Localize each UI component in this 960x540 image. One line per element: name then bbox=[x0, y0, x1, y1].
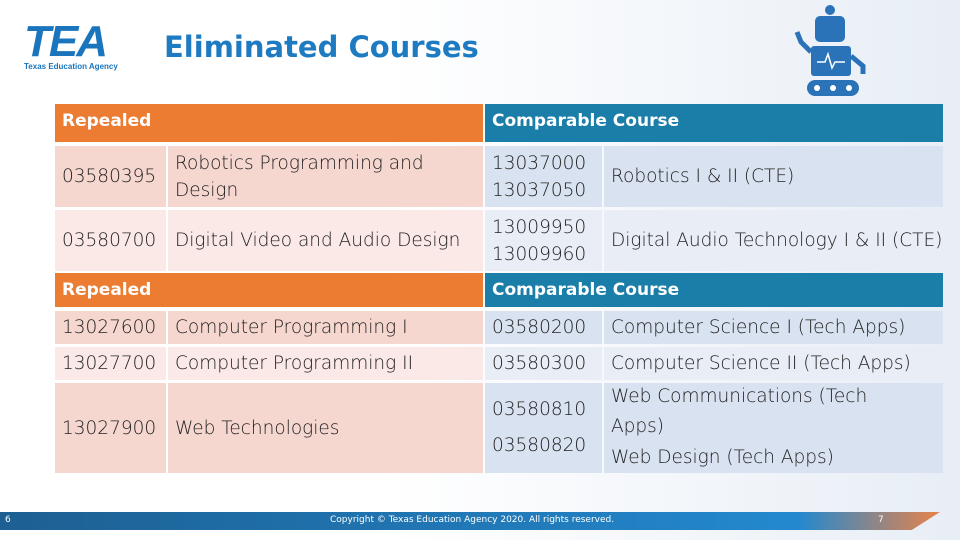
copyright: Copyright © Texas Education Agency 2020.… bbox=[330, 515, 615, 525]
footer-bar: 6 Copyright © Texas Education Agency 202… bbox=[0, 512, 940, 530]
comparable-header: Comparable Course bbox=[485, 104, 943, 142]
tea-logo: TEA Texas Education Agency bbox=[24, 17, 118, 72]
page-number: 7 bbox=[878, 515, 884, 525]
repealed-header-2: Repealed bbox=[55, 273, 483, 307]
comparable-header-2: Comparable Course bbox=[485, 273, 943, 307]
slide-number-left: 6 bbox=[5, 515, 11, 525]
page-title: Eliminated Courses bbox=[164, 30, 479, 64]
robot-icon bbox=[794, 5, 866, 96]
repealed-header: Repealed bbox=[55, 104, 483, 142]
